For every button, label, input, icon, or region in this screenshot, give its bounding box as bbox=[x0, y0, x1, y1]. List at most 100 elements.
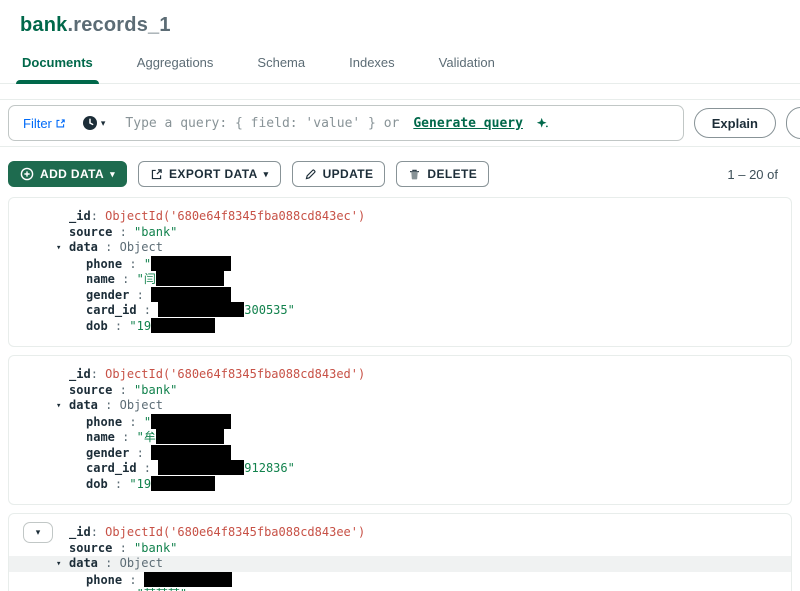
string-value: "19 bbox=[129, 476, 152, 491]
document-field-row[interactable]: dob : "19 bbox=[9, 317, 791, 334]
object-value: Object bbox=[119, 398, 163, 412]
explain-button[interactable]: Explain bbox=[693, 108, 776, 138]
key-value-separator: : bbox=[129, 445, 152, 460]
document-field-row[interactable]: _id: ObjectId('680e64f8345fba088cd843ec'… bbox=[9, 209, 791, 225]
objectid-value: ObjectId('680e64f8345fba088cd843ed') bbox=[105, 367, 366, 381]
add-data-label: ADD DATA bbox=[40, 167, 105, 181]
objectid-value: ObjectId('680e64f8345fba088cd843ee') bbox=[105, 525, 366, 539]
expand-field-caret-icon[interactable]: ▾ bbox=[56, 241, 69, 257]
document-field-row[interactable]: _id: ObjectId('680e64f8345fba088cd843ee'… bbox=[9, 525, 791, 541]
key-value-separator: : bbox=[115, 587, 137, 591]
collapse-document-button[interactable]: ▾ bbox=[23, 522, 53, 543]
document-field-row[interactable]: source : "bank" bbox=[9, 225, 791, 241]
key-value-separator: : bbox=[112, 224, 135, 239]
field-key: data bbox=[69, 240, 98, 254]
document-field-row[interactable]: name : "闫 bbox=[9, 271, 791, 287]
tab-label: Indexes bbox=[349, 55, 395, 70]
document-field-row[interactable]: card_id : 300535" bbox=[9, 302, 791, 318]
document-field-row[interactable]: phone : bbox=[9, 571, 791, 588]
query-history-button[interactable]: ▾ bbox=[82, 115, 105, 131]
update-button[interactable]: UPDATE bbox=[291, 161, 386, 187]
document-field-row[interactable]: phone : " bbox=[9, 413, 791, 430]
add-data-button[interactable]: ADD DATA ▾ bbox=[8, 161, 128, 187]
redacted-value bbox=[155, 429, 224, 444]
delete-button[interactable]: DELETE bbox=[396, 161, 490, 187]
document-field-row[interactable]: card_id : 912836" bbox=[9, 460, 791, 476]
query-filter-input[interactable]: Filter ▾ Type a query: { field: 'value' … bbox=[8, 105, 684, 141]
active-tab-underline bbox=[16, 80, 99, 84]
redacted-value bbox=[151, 317, 216, 333]
field-key: name bbox=[86, 587, 115, 591]
query-options-button-cutoff[interactable] bbox=[786, 107, 800, 139]
field-key: card_id bbox=[86, 303, 137, 317]
string-value: "bank" bbox=[134, 540, 178, 555]
redacted-value bbox=[151, 286, 232, 302]
field-key: card_id bbox=[86, 461, 137, 475]
document-field-row[interactable]: ▾ data : Object bbox=[9, 398, 791, 414]
tab-label: Schema bbox=[257, 55, 306, 70]
key-value-separator: : bbox=[90, 367, 106, 381]
sparkle-icon bbox=[536, 117, 548, 128]
compass-documents-view: bank.records_1 Documents Aggregations Sche… bbox=[0, 0, 800, 591]
key-value-separator: : bbox=[107, 318, 130, 333]
document-field-row[interactable]: source : "bank" bbox=[9, 383, 791, 399]
string-value: 300535" bbox=[244, 303, 295, 317]
export-data-label: EXPORT DATA bbox=[169, 167, 258, 181]
document-field-row[interactable]: name : "牟 bbox=[9, 429, 791, 445]
document-field-row[interactable]: name : "某某某" bbox=[9, 587, 791, 591]
document-card: _id: ObjectId('680e64f8345fba088cd843ec'… bbox=[8, 197, 792, 347]
redacted-value bbox=[151, 255, 232, 271]
document-field-row[interactable]: source : "bank" bbox=[9, 541, 791, 557]
field-key: dob bbox=[86, 476, 108, 491]
document-card: _id: ObjectId('680e64f8345fba088cd843ed'… bbox=[8, 355, 792, 505]
string-value: "bank" bbox=[134, 382, 178, 397]
document-field-row[interactable]: ▾ data : Object bbox=[9, 240, 791, 256]
field-key: source bbox=[69, 540, 113, 555]
filter-label[interactable]: Filter bbox=[23, 116, 66, 131]
key-value-separator: : bbox=[122, 256, 144, 271]
document-field-row[interactable]: dob : "19 bbox=[9, 475, 791, 492]
string-value: " bbox=[143, 414, 152, 429]
redacted-value bbox=[151, 413, 232, 429]
tab-validation[interactable]: Validation bbox=[437, 55, 497, 83]
expand-field-caret-icon[interactable]: ▾ bbox=[56, 557, 69, 573]
field-key: data bbox=[69, 398, 98, 412]
trash-icon bbox=[410, 169, 420, 179]
document-field-row[interactable]: gender : bbox=[9, 444, 791, 461]
field-key: _id bbox=[69, 525, 91, 539]
tab-indexes[interactable]: Indexes bbox=[347, 55, 397, 83]
chevron-down-icon: ▾ bbox=[110, 168, 116, 179]
field-key: source bbox=[69, 224, 113, 239]
delete-label: DELETE bbox=[427, 167, 478, 181]
key-value-separator: : bbox=[112, 382, 135, 397]
redacted-value bbox=[155, 271, 224, 286]
query-bar: Filter ▾ Type a query: { field: 'value' … bbox=[0, 99, 800, 147]
document-field-row[interactable]: _id: ObjectId('680e64f8345fba088cd843ed'… bbox=[9, 367, 791, 383]
string-value: "某某某" bbox=[137, 587, 187, 591]
key-value-separator: : bbox=[112, 540, 135, 555]
database-name: bank bbox=[20, 14, 68, 36]
filter-label-text: Filter bbox=[23, 115, 52, 131]
external-link-icon bbox=[56, 118, 65, 127]
field-key: data bbox=[69, 556, 98, 570]
chevron-down-icon: ▾ bbox=[35, 527, 41, 537]
tab-label: Aggregations bbox=[136, 55, 214, 70]
document-field-row[interactable]: gender : bbox=[9, 286, 791, 303]
collection-header: bank.records_1 bbox=[0, 0, 800, 37]
field-key: dob bbox=[86, 318, 108, 333]
key-value-separator: : bbox=[90, 209, 106, 223]
generate-query-link[interactable]: Generate query bbox=[413, 116, 523, 131]
document-field-row[interactable]: phone : " bbox=[9, 255, 791, 272]
key-value-separator: : bbox=[114, 430, 137, 444]
field-key: gender bbox=[86, 445, 130, 460]
pagination-text: 1 – 20 of bbox=[727, 166, 778, 182]
tab-documents[interactable]: Documents bbox=[16, 55, 99, 84]
tab-aggregations[interactable]: Aggregations bbox=[135, 55, 216, 83]
document-field-row[interactable]: ▾ data : Object bbox=[9, 556, 791, 572]
tab-label: Documents bbox=[22, 55, 93, 70]
export-data-button[interactable]: EXPORT DATA ▾ bbox=[138, 161, 281, 187]
tab-schema[interactable]: Schema bbox=[255, 55, 307, 83]
expand-field-caret-icon[interactable]: ▾ bbox=[56, 399, 69, 415]
key-value-separator: : bbox=[136, 303, 159, 317]
field-key: _id bbox=[69, 367, 91, 381]
